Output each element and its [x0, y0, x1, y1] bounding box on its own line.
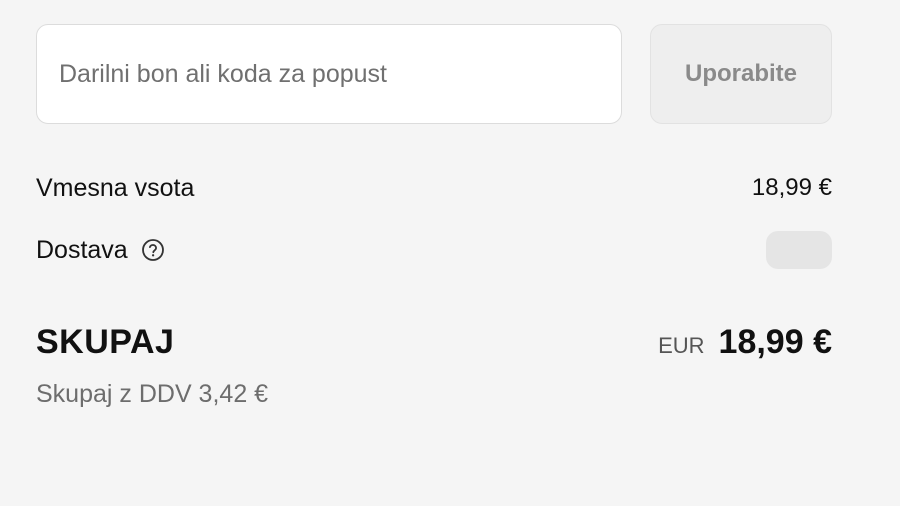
total-value: 18,99 € — [718, 322, 832, 361]
shipping-cost-loading-placeholder — [766, 231, 832, 269]
subtotal-label: Vmesna vsota — [36, 173, 195, 202]
discount-code-input[interactable] — [36, 24, 622, 124]
tax-included-note: Skupaj z DDV 3,42 € — [36, 380, 269, 408]
shipping-row: Dostava — [36, 230, 832, 270]
order-summary-panel: Uporabite Vmesna vsota 18,99 € Dostava S… — [0, 0, 900, 506]
question-circle-icon[interactable] — [140, 237, 166, 263]
shipping-label-group: Dostava — [36, 236, 166, 265]
subtotal-value: 18,99 € — [751, 174, 832, 201]
total-label: SKUPAJ — [36, 322, 175, 361]
subtotal-row: Vmesna vsota 18,99 € — [36, 170, 832, 206]
discount-code-row: Uporabite — [36, 24, 832, 124]
shipping-label: Dostava — [36, 235, 128, 264]
apply-discount-button[interactable]: Uporabite — [650, 24, 832, 124]
total-row: SKUPAJ EUR 18,99 € — [36, 318, 832, 366]
currency-code: EUR — [658, 332, 705, 358]
total-price-group: EUR 18,99 € — [658, 323, 832, 362]
